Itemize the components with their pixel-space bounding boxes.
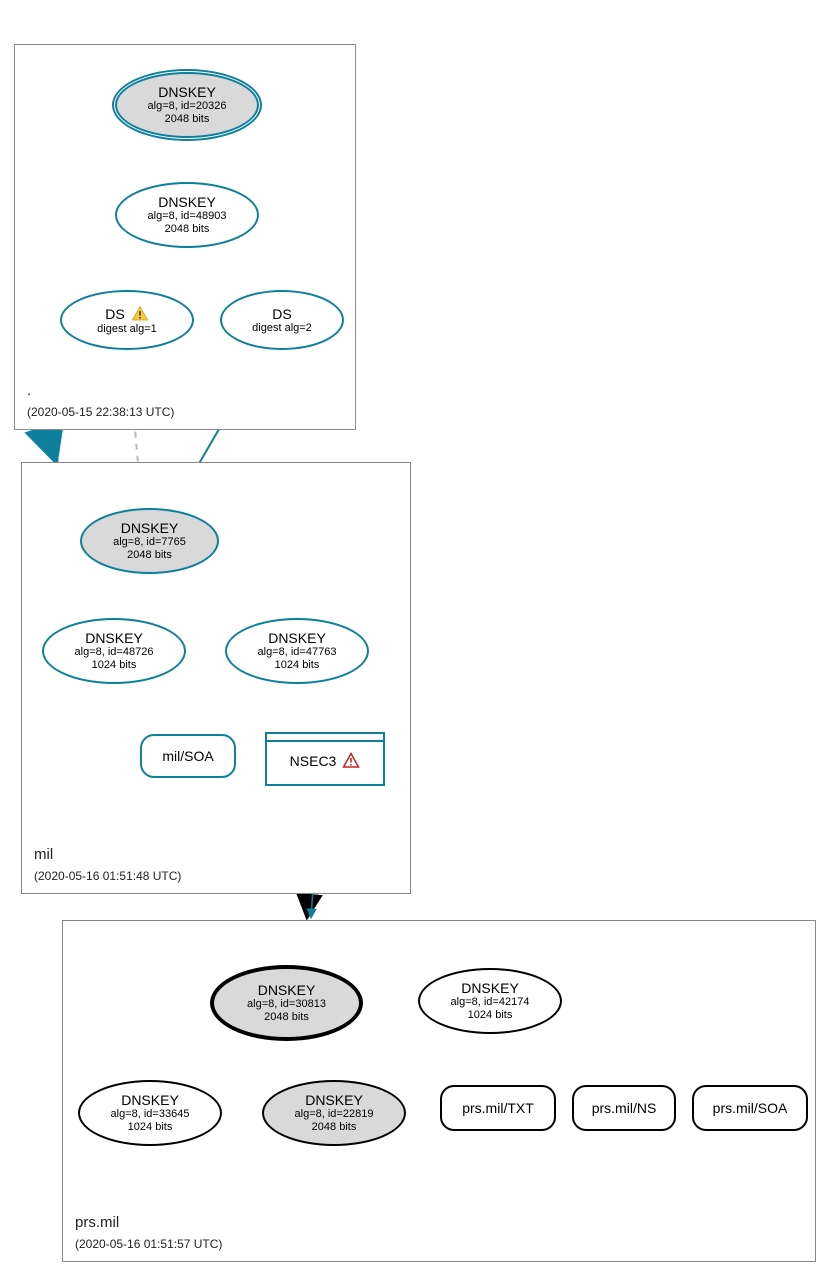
node-sub: alg=8, id=48726 xyxy=(75,646,154,659)
node-title: DNSKEY xyxy=(258,982,316,998)
node-prs-txt: prs.mil/TXT xyxy=(440,1085,556,1131)
label: mil/SOA xyxy=(162,748,213,764)
node-sub: alg=8, id=30813 xyxy=(247,998,326,1011)
node-root-zsk: DNSKEY alg=8, id=48903 2048 bits xyxy=(115,182,259,248)
node-title: DNSKEY xyxy=(305,1092,363,1108)
node-sub: alg=8, id=22819 xyxy=(295,1108,374,1121)
zone-mil-time: (2020-05-16 01:51:48 UTC) xyxy=(34,869,181,883)
node-title: DNSKEY xyxy=(268,630,326,646)
node-title: DNSKEY xyxy=(158,194,216,210)
label: NSEC3 xyxy=(290,749,337,769)
node-prs-42174: DNSKEY alg=8, id=42174 1024 bits xyxy=(418,968,562,1034)
node-sub: digest alg=2 xyxy=(252,322,312,335)
zone-prs-time: (2020-05-16 01:51:57 UTC) xyxy=(75,1237,222,1251)
warning-icon xyxy=(131,305,149,323)
label: prs.mil/SOA xyxy=(713,1100,788,1116)
node-sub: alg=8, id=47763 xyxy=(258,646,337,659)
node-root-ksk: DNSKEY alg=8, id=20326 2048 bits xyxy=(115,72,259,138)
node-prs-soa: prs.mil/SOA xyxy=(692,1085,808,1131)
node-sub: alg=8, id=33645 xyxy=(111,1108,190,1121)
node-prs-ksk: DNSKEY alg=8, id=30813 2048 bits xyxy=(210,965,363,1041)
node-title: DS xyxy=(105,306,124,322)
node-nsec3: NSEC3 xyxy=(265,732,385,786)
node-title: DNSKEY xyxy=(158,84,216,100)
node-title: DNSKEY xyxy=(121,520,179,536)
node-mil-zsk1: DNSKEY alg=8, id=48726 1024 bits xyxy=(42,618,186,684)
node-sub: 1024 bits xyxy=(275,659,320,672)
node-sub: 1024 bits xyxy=(468,1009,513,1022)
node-sub: alg=8, id=20326 xyxy=(148,100,227,113)
node-title: DNSKEY xyxy=(461,980,519,996)
node-sub: 1024 bits xyxy=(92,659,137,672)
zone-root-time: (2020-05-15 22:38:13 UTC) xyxy=(27,405,174,419)
node-sub: 1024 bits xyxy=(128,1121,173,1134)
node-sub: alg=8, id=7765 xyxy=(113,536,186,549)
node-mil-soa: mil/SOA xyxy=(140,734,236,778)
zone-root-label: . xyxy=(27,382,31,399)
label: prs.mil/NS xyxy=(592,1100,657,1116)
label: prs.mil/TXT xyxy=(462,1100,534,1116)
node-sub: 2048 bits xyxy=(127,549,172,562)
node-sub: 2048 bits xyxy=(165,113,210,126)
node-title: DNSKEY xyxy=(85,630,143,646)
node-mil-ksk: DNSKEY alg=8, id=7765 2048 bits xyxy=(80,508,219,574)
node-sub: 2048 bits xyxy=(165,223,210,236)
node-prs-33645: DNSKEY alg=8, id=33645 1024 bits xyxy=(78,1080,222,1146)
zone-mil-label: mil xyxy=(34,846,53,863)
node-prs-ns: prs.mil/NS xyxy=(572,1085,676,1131)
node-sub: alg=8, id=48903 xyxy=(148,210,227,223)
node-sub: 2048 bits xyxy=(312,1121,357,1134)
node-sub: alg=8, id=42174 xyxy=(451,996,530,1009)
node-mil-zsk2: DNSKEY alg=8, id=47763 1024 bits xyxy=(225,618,369,684)
node-title: DNSKEY xyxy=(121,1092,179,1108)
node-ds1: DS digest alg=1 xyxy=(60,290,194,350)
node-ds2: DS digest alg=2 xyxy=(220,290,344,350)
node-prs-22819: DNSKEY alg=8, id=22819 2048 bits xyxy=(262,1080,406,1146)
error-icon xyxy=(342,752,360,770)
node-sub: digest alg=1 xyxy=(97,323,157,336)
node-title: DS xyxy=(272,306,291,322)
node-sub: 2048 bits xyxy=(264,1011,309,1024)
zone-prs-label: prs.mil xyxy=(75,1214,119,1231)
